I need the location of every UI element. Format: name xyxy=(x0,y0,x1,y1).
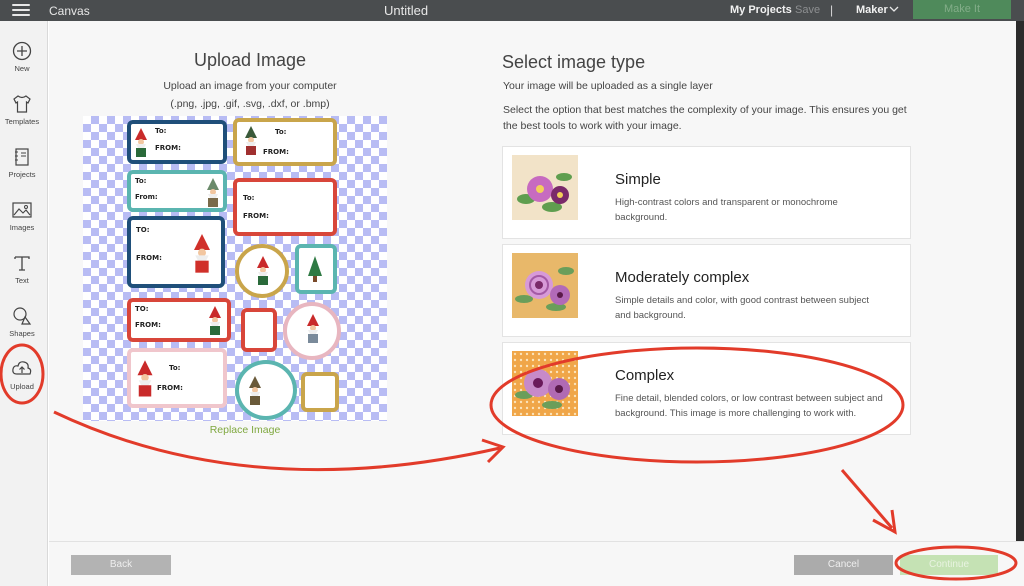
option-title: Simple xyxy=(615,171,661,188)
text-t-icon xyxy=(14,256,30,271)
sidebar-label: Shapes xyxy=(9,329,35,338)
option-title: Complex xyxy=(615,367,675,384)
gnome-illustration xyxy=(307,314,319,343)
sidebar-item-projects[interactable]: Projects xyxy=(0,147,44,197)
gift-tag xyxy=(235,360,297,420)
shapes-icon xyxy=(13,307,32,325)
sidebar-item-shapes[interactable]: Shapes xyxy=(0,306,44,356)
gift-tag: TO: FROM: xyxy=(127,216,225,288)
tree-illustration xyxy=(308,256,322,282)
replace-image-link[interactable]: Replace Image xyxy=(169,424,321,436)
notebook-icon xyxy=(15,148,29,166)
sidebar-label: New xyxy=(14,64,30,73)
tag-to-label: To: xyxy=(169,364,181,372)
select-type-subtitle: Your image will be uploaded as a single … xyxy=(503,80,713,92)
option-moderately-complex[interactable]: Moderately complex Simple details and co… xyxy=(502,244,911,337)
back-button[interactable]: Back xyxy=(71,555,171,575)
gnome-illustration xyxy=(209,306,221,335)
gnome-illustration xyxy=(249,376,261,405)
window-edge xyxy=(1016,21,1024,586)
gnome-illustration xyxy=(194,234,210,273)
sidebar-label: Text xyxy=(15,276,29,285)
option-description: Fine detail, blended colors, or low cont… xyxy=(615,393,883,419)
sidebar-label: Upload xyxy=(10,382,34,391)
sidebar-label: Images xyxy=(9,223,35,232)
sidebar-item-text[interactable]: Text xyxy=(0,253,44,303)
option-description: Simple details and color, with good cont… xyxy=(615,295,870,321)
gnome-illustration xyxy=(137,360,153,397)
app-name: Canvas xyxy=(49,4,90,18)
sidebar-item-upload[interactable]: Upload xyxy=(0,359,44,409)
gift-tag xyxy=(241,308,277,352)
flower-thumbnail xyxy=(512,253,578,318)
option-description: High-contrast colors and transparent or … xyxy=(615,197,838,223)
document-title[interactable]: Untitled xyxy=(384,3,428,18)
gnome-illustration xyxy=(257,256,269,285)
gnome-illustration xyxy=(207,178,219,207)
tag-to-label: To: xyxy=(243,194,255,202)
gnome-illustration xyxy=(245,126,257,155)
save-button[interactable]: Save xyxy=(795,4,820,16)
chevron-down-icon[interactable] xyxy=(888,3,900,15)
make-it-button[interactable]: Make It xyxy=(913,0,1011,19)
tag-from-label: FROM: xyxy=(157,384,183,392)
gift-tag: To: From: xyxy=(127,170,227,212)
top-bar: Canvas Untitled My Projects Save | Maker… xyxy=(0,0,1024,21)
upload-formats: (.png, .jpg, .gif, .svg, .dxf, or .bmp) xyxy=(170,98,330,110)
sidebar-item-templates[interactable]: Templates xyxy=(0,94,44,144)
tag-to-label: TO: xyxy=(135,305,149,313)
gift-tag: To: FROM: xyxy=(233,178,337,236)
image-icon xyxy=(12,202,32,218)
tag-from-label: FROM: xyxy=(135,321,161,329)
sidebar-item-images[interactable]: Images xyxy=(0,200,44,250)
tag-from-label: FROM: xyxy=(243,212,269,220)
tag-from-label: FROM: xyxy=(263,148,289,156)
footer-bar: Back Cancel Continue xyxy=(49,541,1024,586)
tag-to-label: TO: xyxy=(136,226,150,234)
plus-circle-icon xyxy=(12,41,32,61)
gift-tag: To: FROM: xyxy=(127,120,227,164)
cloud-upload-icon xyxy=(12,361,32,375)
gift-tag xyxy=(295,244,337,294)
tag-from-label: FROM: xyxy=(155,144,181,152)
option-simple[interactable]: Simple High-contrast colors and transpar… xyxy=(502,146,911,239)
hamburger-menu-icon[interactable] xyxy=(12,4,30,16)
upload-title: Upload Image xyxy=(193,50,307,70)
flower-thumbnail xyxy=(512,351,578,416)
option-complex[interactable]: Complex Fine detail, blended colors, or … xyxy=(502,342,911,435)
tag-from-label: FROM: xyxy=(136,254,162,262)
topbar-separator: | xyxy=(830,3,834,17)
continue-button[interactable]: Continue xyxy=(900,555,998,575)
cancel-button[interactable]: Cancel xyxy=(794,555,893,575)
shirt-icon xyxy=(13,95,31,113)
select-type-description: Select the option that best matches the … xyxy=(503,104,907,132)
tag-from-label: From: xyxy=(135,193,158,201)
upload-subtitle: Upload an image from your computer xyxy=(163,80,337,92)
select-type-title: Select image type xyxy=(502,52,646,72)
sidebar-item-new[interactable]: New xyxy=(0,41,44,91)
gift-tag: TO: FROM: xyxy=(127,298,231,342)
flower-thumbnail xyxy=(512,155,578,220)
image-preview: To: FROM: To: FROM: To: From: To: FROM: … xyxy=(83,116,387,421)
gift-tag: To: FROM: xyxy=(233,118,337,166)
sidebar-label: Templates xyxy=(4,117,40,126)
upload-panel: Upload Image Upload an image from your c… xyxy=(49,21,1024,586)
gift-tag xyxy=(301,372,339,412)
tag-to-label: To: xyxy=(275,128,287,136)
gift-tag xyxy=(235,244,289,298)
tag-to-label: To: xyxy=(155,127,167,135)
tag-to-label: To: xyxy=(135,177,147,185)
gift-tag xyxy=(283,302,341,360)
gift-tag: To: FROM: xyxy=(127,348,227,408)
left-sidebar: New Templates Projects Images Text Shape… xyxy=(0,21,48,586)
gnome-illustration xyxy=(135,128,147,157)
my-projects-link[interactable]: My Projects xyxy=(730,4,792,16)
sidebar-label: Projects xyxy=(8,170,36,179)
option-title: Moderately complex xyxy=(615,269,750,286)
machine-selector[interactable]: Maker xyxy=(856,4,888,16)
